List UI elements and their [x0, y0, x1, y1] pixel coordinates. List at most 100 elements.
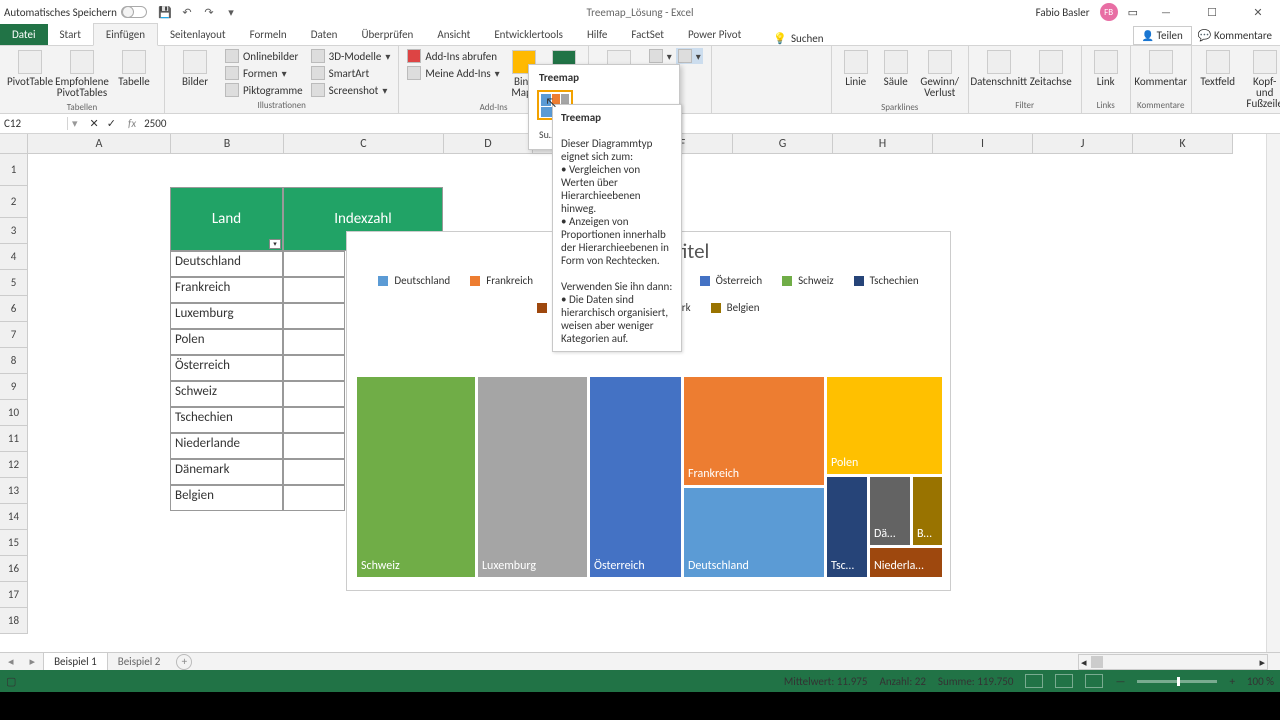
redo-icon[interactable]: ↷ [201, 4, 217, 20]
col-header[interactable]: K [1133, 134, 1233, 154]
data-cell[interactable] [283, 355, 345, 381]
tm-luxemburg[interactable]: Luxemburg [478, 377, 587, 577]
data-cell[interactable]: Österreich [170, 355, 283, 381]
maximize-button[interactable]: ☐ [1194, 2, 1230, 22]
view-normal-icon[interactable] [1025, 674, 1043, 688]
view-pagebreak-icon[interactable] [1085, 674, 1103, 688]
textbox-button[interactable]: Textfeld [1198, 48, 1238, 89]
undo-icon[interactable]: ↶ [179, 4, 195, 20]
smartart-button[interactable]: SmartArt [309, 65, 393, 81]
data-cell[interactable]: Luxemburg [170, 303, 283, 329]
save-icon[interactable]: 💾 [157, 4, 173, 20]
col-header[interactable]: I [933, 134, 1033, 154]
row-header[interactable]: 16 [0, 556, 28, 582]
col-header[interactable]: C [284, 134, 444, 154]
sheet-tab-2[interactable]: Beispiel 2 [108, 653, 171, 670]
shapes-button[interactable]: Formen ▾ [223, 65, 305, 81]
tm-daenemark[interactable]: Dä… [870, 477, 910, 545]
enter-icon[interactable]: ✓ [107, 117, 116, 130]
col-header[interactable]: H [833, 134, 933, 154]
data-cell[interactable] [283, 329, 345, 355]
data-cell[interactable]: Niederlande [170, 433, 283, 459]
my-addins-button[interactable]: Meine Add-Ins ▾ [405, 65, 501, 81]
row-header[interactable]: 15 [0, 530, 28, 556]
col-header[interactable]: A [28, 134, 171, 154]
data-cell[interactable]: Schweiz [170, 381, 283, 407]
col-header[interactable]: J [1033, 134, 1133, 154]
record-macro-icon[interactable]: ▢ [6, 675, 16, 688]
row-header[interactable]: 18 [0, 608, 28, 634]
row-header[interactable]: 17 [0, 582, 28, 608]
tm-tschechien[interactable]: Tsc… [827, 477, 867, 577]
slicer-button[interactable]: Datenschnitt [975, 48, 1023, 89]
comment-button[interactable]: Kommentar [1137, 48, 1185, 89]
cancel-icon[interactable]: ✕ [90, 117, 99, 130]
view-layout-icon[interactable] [1055, 674, 1073, 688]
row-header[interactable]: 13 [0, 478, 28, 504]
fx-icon[interactable]: fx [124, 117, 140, 130]
tab-entwicklertools[interactable]: Entwicklertools [482, 24, 575, 45]
get-addins-button[interactable]: Add-Ins abrufen [405, 48, 501, 64]
tab-powerpivot[interactable]: Power Pivot [676, 24, 753, 45]
screenshot-button[interactable]: Screenshot ▾ [309, 82, 393, 98]
qat-customize-icon[interactable]: ▾ [223, 4, 239, 20]
worksheet[interactable]: ABCDEFGHIJK 123456789101112131415161718 … [0, 134, 1280, 660]
tm-niederlande[interactable]: Niederla… [870, 548, 942, 577]
formula-input[interactable]: 2500 [140, 117, 170, 130]
timeline-button[interactable]: Zeitachse [1027, 48, 1075, 89]
legend-item[interactable]: Frankreich [470, 274, 533, 287]
file-tab[interactable]: Datei [0, 24, 48, 45]
tab-ansicht[interactable]: Ansicht [425, 24, 482, 45]
data-cell[interactable] [283, 381, 345, 407]
tm-frankreich[interactable]: Frankreich [684, 377, 824, 485]
tab-hilfe[interactable]: Hilfe [575, 24, 619, 45]
tab-daten[interactable]: Daten [299, 24, 350, 45]
zoom-in-button[interactable]: + [1229, 675, 1234, 688]
name-box[interactable]: C12 [0, 117, 68, 130]
col-header[interactable]: B [171, 134, 284, 154]
data-cell[interactable] [283, 277, 345, 303]
legend-item[interactable]: Belgien [711, 301, 760, 314]
tab-ueberpruefen[interactable]: Überprüfen [349, 24, 425, 45]
tab-seitenlayout[interactable]: Seitenlayout [158, 24, 238, 45]
autosave-toggle[interactable]: Automatisches Speichern [4, 6, 147, 19]
zoom-out-button[interactable]: — [1115, 675, 1125, 688]
tm-oesterreich[interactable]: Österreich [590, 377, 681, 577]
avatar[interactable]: FB [1100, 3, 1118, 21]
table-button[interactable]: Tabelle [110, 48, 158, 89]
sparkline-winloss-button[interactable]: Gewinn/ Verlust [918, 48, 962, 100]
data-cell[interactable]: Dänemark [170, 459, 283, 485]
tm-belgien[interactable]: B… [913, 477, 942, 545]
namebox-dropdown-icon[interactable]: ▾ [68, 117, 82, 130]
sparkline-column-button[interactable]: Säule [878, 48, 914, 89]
data-cell[interactable]: Belgien [170, 485, 283, 511]
tm-schweiz[interactable]: Schweiz [357, 377, 475, 577]
row-header[interactable]: 6 [0, 296, 28, 322]
tab-formeln[interactable]: Formeln [238, 24, 299, 45]
zoom-slider[interactable] [1137, 680, 1217, 683]
link-button[interactable]: Link [1088, 48, 1124, 89]
tm-deutschland[interactable]: Deutschland [684, 488, 824, 577]
legend-item[interactable]: Österreich [700, 274, 762, 287]
select-all-corner[interactable] [0, 134, 28, 154]
data-cell[interactable]: Frankreich [170, 277, 283, 303]
data-cell[interactable] [283, 251, 345, 277]
online-pictures-button[interactable]: Onlinebilder [223, 48, 305, 64]
close-button[interactable]: ✕ [1240, 2, 1276, 22]
data-cell[interactable] [283, 407, 345, 433]
sparkline-line-button[interactable]: Linie [838, 48, 874, 89]
minimize-button[interactable]: — [1148, 2, 1184, 22]
row-header[interactable]: 14 [0, 504, 28, 530]
row-header[interactable]: 12 [0, 452, 28, 478]
row-header[interactable]: 8 [0, 348, 28, 374]
data-cell[interactable] [283, 433, 345, 459]
ribbon-options-icon[interactable]: ▭ [1128, 6, 1138, 19]
data-cell[interactable]: Tschechien [170, 407, 283, 433]
sheet-tab-1[interactable]: Beispiel 1 [43, 652, 108, 670]
header-footer-button[interactable]: Kopf- und Fußzeile [1242, 48, 1280, 111]
tm-polen[interactable]: Polen [827, 377, 942, 474]
3dmodels-button[interactable]: 3D-Modelle ▾ [309, 48, 393, 64]
legend-item[interactable]: Tschechien [854, 274, 919, 287]
row-header[interactable]: 5 [0, 270, 28, 296]
row-header[interactable]: 2 [0, 186, 28, 218]
